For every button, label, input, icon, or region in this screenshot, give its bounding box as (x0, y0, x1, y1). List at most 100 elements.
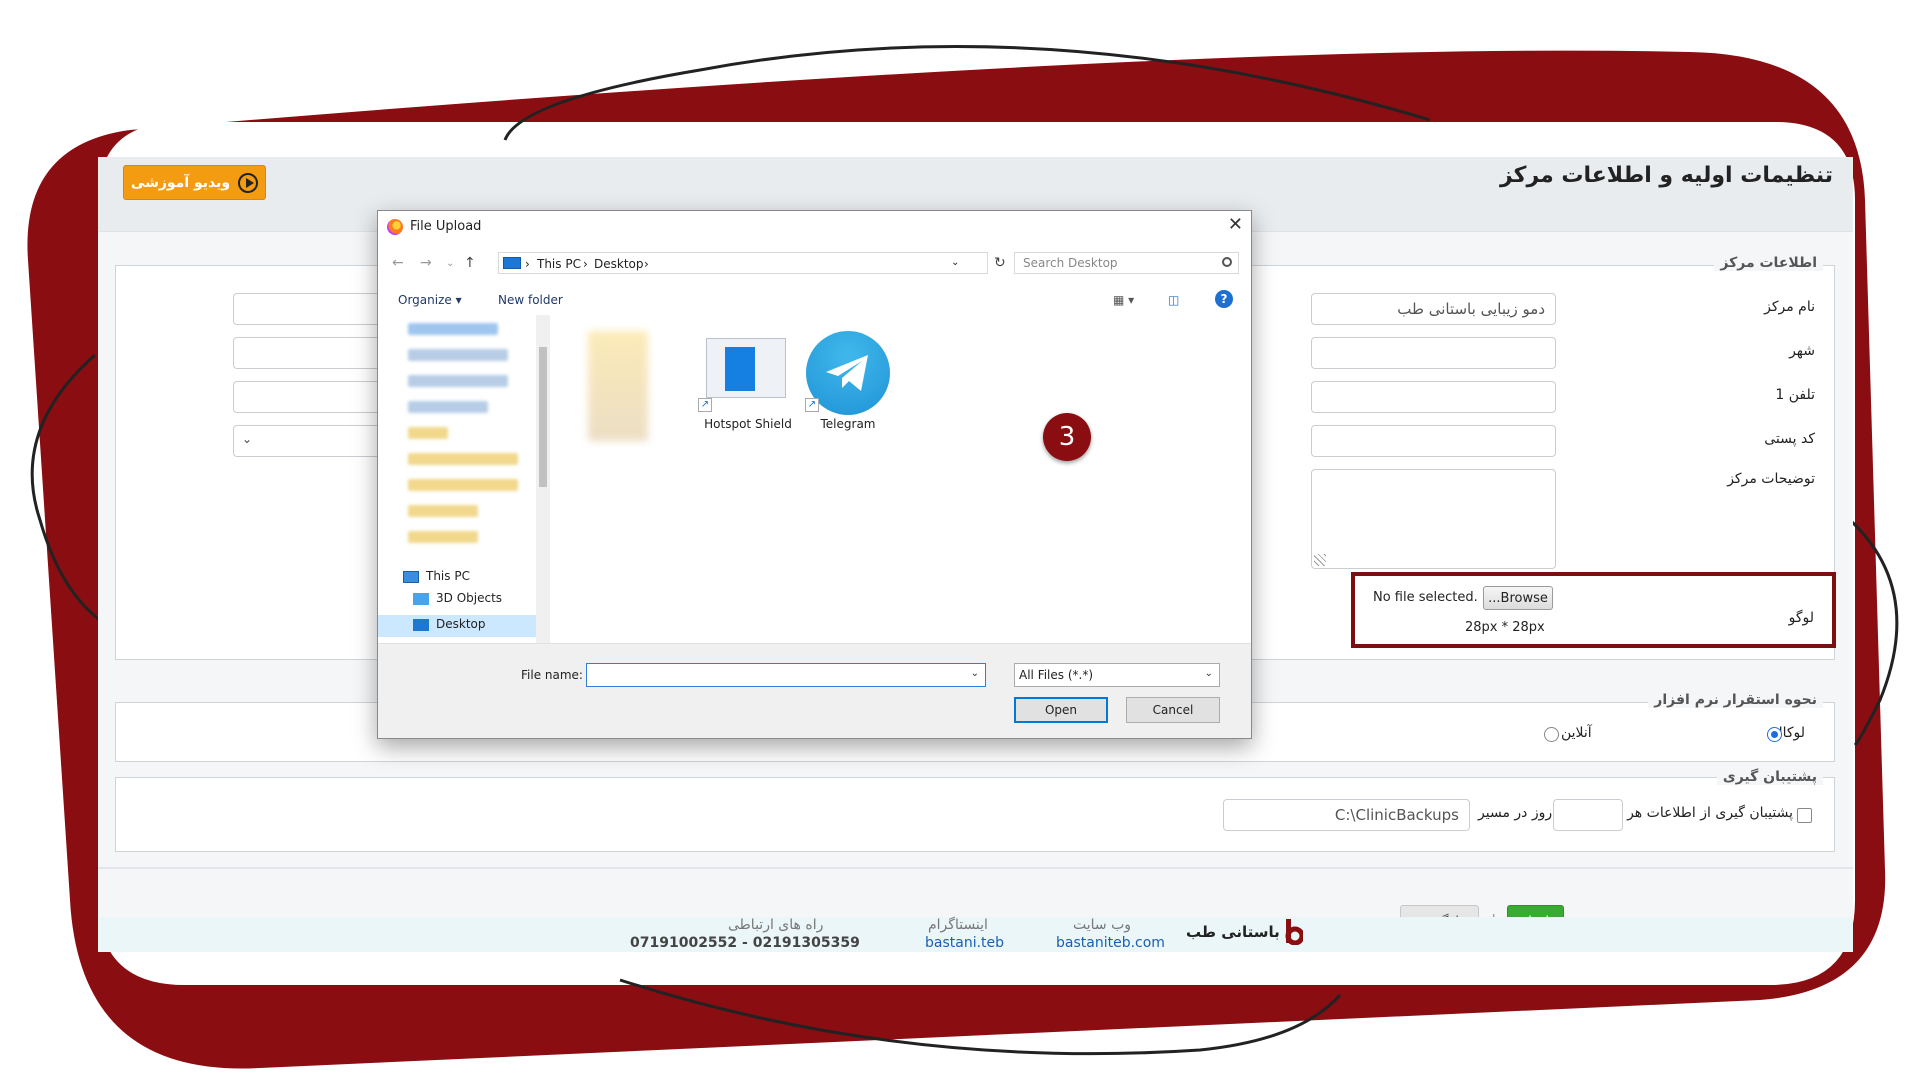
file-list (550, 315, 1251, 643)
postal-code-label: کد پستی (1764, 431, 1815, 447)
center-name-input[interactable]: دمو زیبایی باستانی طب (1311, 293, 1556, 325)
footer-brand: باستانی طب (1186, 923, 1280, 941)
help-icon[interactable]: ? (1215, 290, 1233, 308)
nav-scroll-thumb[interactable] (539, 347, 547, 487)
description-label: توضیحات مرکز (1727, 471, 1815, 487)
left-field-3[interactable] (233, 381, 393, 413)
search-input[interactable]: Search Desktop (1014, 252, 1239, 274)
page-title: تنظیمات اولیه و اطلاعات مرکز (1499, 163, 1833, 188)
address-bar[interactable]: › This PC › Desktop › ⌄ (498, 252, 988, 274)
breadcrumb-desktop[interactable]: Desktop (594, 257, 644, 271)
website-link[interactable]: bastaniteb.com (1056, 935, 1165, 951)
play-icon (238, 172, 259, 193)
backup-path-input[interactable]: C:\ClinicBackups (1223, 799, 1470, 831)
chevron-down-icon: ⌄ (242, 432, 253, 446)
3d-objects-icon (413, 593, 429, 605)
hotspot-shield-window (725, 347, 755, 391)
cancel-button[interactable]: Cancel (1126, 697, 1220, 723)
this-pc-icon (503, 257, 521, 269)
blurred-nav-item (408, 505, 478, 517)
brand-logo-icon (1285, 919, 1303, 945)
contact-label: راه های ارتباطی (728, 917, 824, 933)
contact-phones: 07191002552 - 02191305359 (630, 935, 860, 951)
address-dropdown-icon[interactable]: ⌄ (951, 257, 959, 268)
deploy-legend: نحوه استقرار نرم افزار (1648, 692, 1823, 708)
open-button[interactable]: Open (1014, 697, 1108, 723)
file-telegram[interactable]: Telegram (798, 417, 898, 431)
blurred-nav-item (408, 401, 488, 413)
search-icon (1222, 257, 1232, 267)
chevron-down-icon: ⌄ (970, 668, 979, 679)
search-placeholder: Search Desktop (1023, 256, 1118, 270)
center-name-label: نام مرکز (1764, 299, 1815, 315)
backup-suffix-label: روز در مسیر (1478, 805, 1553, 821)
this-pc-nav-icon (403, 571, 419, 583)
left-field-1[interactable] (233, 293, 393, 325)
postal-code-input[interactable] (1311, 425, 1556, 457)
back-arrow-icon[interactable]: ← (392, 255, 404, 271)
divider (98, 867, 1853, 869)
file-name-label: File name: (521, 668, 583, 682)
organize-button[interactable]: Organize ▾ (398, 293, 462, 307)
dialog-bottom-pane: File name: ⌄ All Files (*.*) ⌄ Open Canc… (378, 643, 1251, 738)
local-radio[interactable] (1767, 727, 1782, 742)
blurred-nav-item (408, 375, 508, 387)
backup-checkbox[interactable] (1797, 808, 1812, 823)
file-type-value: All Files (*.*) (1019, 668, 1094, 682)
logo-size-text: 28px * 28px (1465, 620, 1545, 635)
navigation-pane: This PC 3D Objects Desktop (378, 315, 550, 643)
blurred-file (588, 331, 648, 441)
file-upload-dialog: File Upload ✕ ← → ⌄ ↑ › This PC › Deskto… (377, 210, 1252, 739)
nav-3d-objects[interactable]: 3D Objects (436, 591, 502, 605)
dialog-toolbar: Organize ▾ New folder ▦ ▾ ◫ ? (378, 285, 1251, 315)
shortcut-arrow-icon: ↗ (805, 398, 819, 412)
breadcrumb-this-pc[interactable]: This PC (537, 257, 581, 271)
footer: باستانی طب وب سایت bastaniteb.com اینستا… (98, 917, 1853, 952)
shortcut-arrow-icon: ↗ (698, 398, 712, 412)
video-tutorial-button[interactable]: ویدیو آموزشی (123, 165, 266, 200)
blurred-nav-item (408, 323, 498, 335)
center-info-legend: اطلاعات مرکز (1714, 255, 1823, 271)
crumb-sep-3: › (644, 257, 649, 271)
new-folder-button[interactable]: New folder (498, 293, 563, 307)
blurred-nav-item (408, 531, 478, 543)
city-input[interactable] (1311, 337, 1556, 369)
left-field-2[interactable] (233, 337, 393, 369)
nav-desktop[interactable]: Desktop (436, 617, 486, 631)
instagram-link[interactable]: bastani.teb (925, 935, 1004, 951)
recent-dropdown-icon[interactable]: ⌄ (446, 258, 454, 269)
left-select[interactable]: ⌄ (233, 425, 393, 457)
online-label: آنلاین (1561, 725, 1592, 741)
refresh-icon[interactable]: ↻ (994, 255, 1006, 271)
view-icon[interactable]: ▦ ▾ (1113, 293, 1134, 307)
logo-upload-box: لوگو No file selected. ...Browse 28px * … (1351, 572, 1836, 648)
file-type-select[interactable]: All Files (*.*) ⌄ (1014, 663, 1220, 687)
blurred-nav-item (408, 427, 448, 439)
dialog-title: File Upload (410, 219, 482, 234)
browse-button[interactable]: ...Browse (1483, 586, 1553, 610)
description-textarea[interactable] (1311, 469, 1556, 569)
nav-this-pc[interactable]: This PC (426, 569, 470, 583)
hotspot-shield-icon[interactable] (706, 338, 786, 398)
up-arrow-icon[interactable]: ↑ (464, 255, 476, 271)
crumb-sep-1: › (525, 257, 530, 271)
file-hotspot-shield[interactable]: Hotspot Shield (693, 417, 803, 431)
phone-label: تلفن 1 (1775, 387, 1815, 403)
video-tutorial-label: ویدیو آموزشی (130, 174, 231, 191)
forward-arrow-icon[interactable]: → (420, 255, 432, 271)
online-radio[interactable] (1544, 727, 1559, 742)
tutorial-stage: تنظیمات اولیه و اطلاعات مرکز ویدیو آموزش… (0, 0, 1920, 1080)
blurred-nav-item (408, 453, 518, 465)
website-label: وب سایت (1073, 917, 1132, 933)
file-name-input[interactable]: ⌄ (586, 663, 986, 687)
crumb-sep-2: › (583, 257, 588, 271)
backup-days-input[interactable] (1553, 799, 1623, 831)
backup-legend: پشتیبان گیری (1716, 769, 1823, 785)
phone-input[interactable] (1311, 381, 1556, 413)
close-icon[interactable]: ✕ (1228, 214, 1243, 235)
firefox-icon (387, 219, 403, 235)
chevron-down-icon: ⌄ (1204, 668, 1213, 679)
step-badge: 3 (1043, 413, 1091, 461)
city-label: شهر (1789, 343, 1815, 359)
preview-pane-icon[interactable]: ◫ (1168, 293, 1179, 307)
